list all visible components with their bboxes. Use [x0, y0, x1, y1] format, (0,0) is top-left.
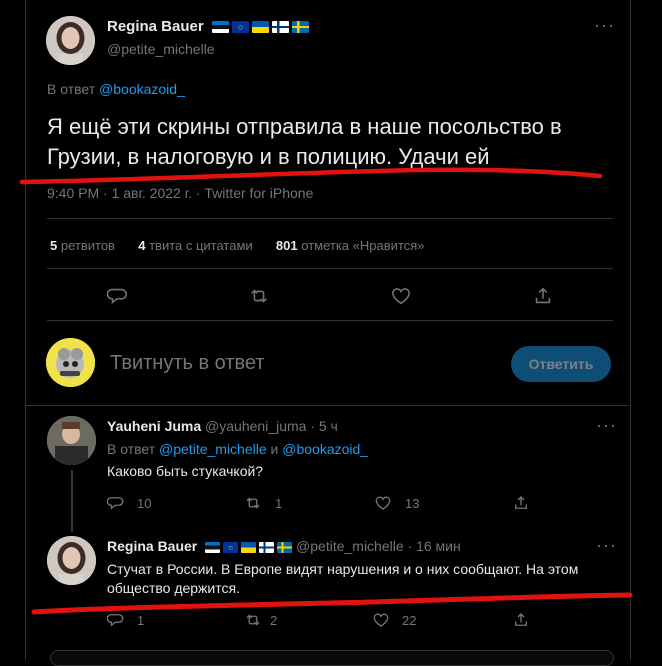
- tweet-text: Я ещё эти скрины отправила в наше посоль…: [47, 114, 562, 169]
- sweden-flag-icon: [292, 20, 310, 33]
- reply-author-handle[interactable]: @petite_michelle: [296, 538, 404, 554]
- thread-line: [71, 470, 73, 532]
- like-icon[interactable]: [372, 611, 390, 629]
- tweet-meta[interactable]: 9:40 PM · 1 авг. 2022 г. · Twitter for i…: [47, 185, 313, 201]
- reply-button[interactable]: Ответить: [511, 346, 611, 382]
- reply-time[interactable]: · 16 мин: [408, 538, 461, 554]
- estonia-flag-icon: [205, 541, 221, 553]
- share-icon[interactable]: [512, 611, 530, 629]
- ukraine-flag-icon: [252, 20, 270, 33]
- reply-avatar[interactable]: [47, 416, 96, 465]
- retweets-stat[interactable]: 5 ретвитов: [50, 238, 115, 253]
- reply-composer-input[interactable]: Твитнуть в ответ: [110, 352, 265, 375]
- divider: [26, 405, 629, 406]
- reply-icon[interactable]: [107, 494, 125, 512]
- retweet-count: 2: [270, 613, 278, 628]
- like-count: 13: [405, 496, 420, 511]
- reply-to-handle[interactable]: @petite_michelle: [159, 441, 267, 457]
- reply-count: 1: [137, 613, 145, 628]
- eu-flag-icon: ○: [223, 541, 239, 553]
- reply-time[interactable]: · 5 ч: [310, 418, 338, 434]
- sweden-flag-icon: [277, 541, 293, 553]
- more-options-icon[interactable]: ···: [596, 536, 617, 554]
- retweet-icon[interactable]: [244, 494, 262, 512]
- quotes-stat[interactable]: 4 твита с цитатами: [138, 238, 252, 253]
- reply-author-name[interactable]: Yauheni Juma: [107, 418, 201, 434]
- share-icon[interactable]: [512, 494, 530, 512]
- more-options-icon[interactable]: ···: [594, 16, 615, 34]
- divider: [47, 218, 613, 219]
- estonia-flag-icon: [212, 20, 230, 33]
- finland-flag-icon: [272, 20, 290, 33]
- reply-avatar[interactable]: [47, 536, 96, 585]
- next-item-edge: [50, 650, 614, 666]
- author-avatar[interactable]: [46, 16, 95, 65]
- retweet-count: 1: [275, 496, 283, 511]
- flag-emojis: ○: [212, 20, 310, 33]
- reply-context: В ответ @petite_michelle и @bookazoid_: [107, 441, 368, 457]
- like-icon[interactable]: [390, 285, 412, 307]
- reply-prefix: В ответ: [47, 81, 96, 97]
- reply-icon[interactable]: [107, 611, 125, 629]
- retweet-icon[interactable]: [248, 285, 270, 307]
- finland-flag-icon: [259, 541, 275, 553]
- like-icon[interactable]: [374, 494, 392, 512]
- reply-text: Стучат в России. В Европе видят нарушени…: [107, 561, 579, 596]
- flag-emojis: ○: [205, 541, 293, 553]
- reply-text: Каково быть стукачкой?: [107, 463, 264, 479]
- reply-prefix: В ответ: [107, 441, 156, 457]
- reply-icon[interactable]: [107, 285, 129, 307]
- reply-author-handle[interactable]: @yauheni_juma: [205, 418, 306, 434]
- more-options-icon[interactable]: ···: [596, 416, 617, 434]
- eu-flag-icon: ○: [232, 20, 250, 33]
- user-avatar[interactable]: [46, 338, 95, 387]
- reply-author-name[interactable]: Regina Bauer: [107, 538, 197, 554]
- like-count: 22: [402, 613, 417, 628]
- reply-conjunction: и: [270, 441, 279, 457]
- reply-context: В ответ @bookazoid_: [47, 81, 185, 97]
- likes-stat[interactable]: 801 отметка «Нравится»: [276, 238, 425, 253]
- author-name[interactable]: Regina Bauer: [107, 18, 204, 35]
- ukraine-flag-icon: [241, 541, 257, 553]
- divider: [47, 268, 613, 269]
- reply-count: 10: [137, 496, 152, 511]
- reply-to-handle[interactable]: @bookazoid_: [282, 441, 368, 457]
- divider: [47, 320, 613, 321]
- author-handle[interactable]: @petite_michelle: [107, 41, 215, 57]
- share-icon[interactable]: [532, 285, 554, 307]
- retweet-icon[interactable]: [244, 611, 262, 629]
- tweet-stats: 5 ретвитов 4 твита с цитатами 801 отметк…: [50, 238, 424, 253]
- reply-to-handle[interactable]: @bookazoid_: [99, 81, 185, 97]
